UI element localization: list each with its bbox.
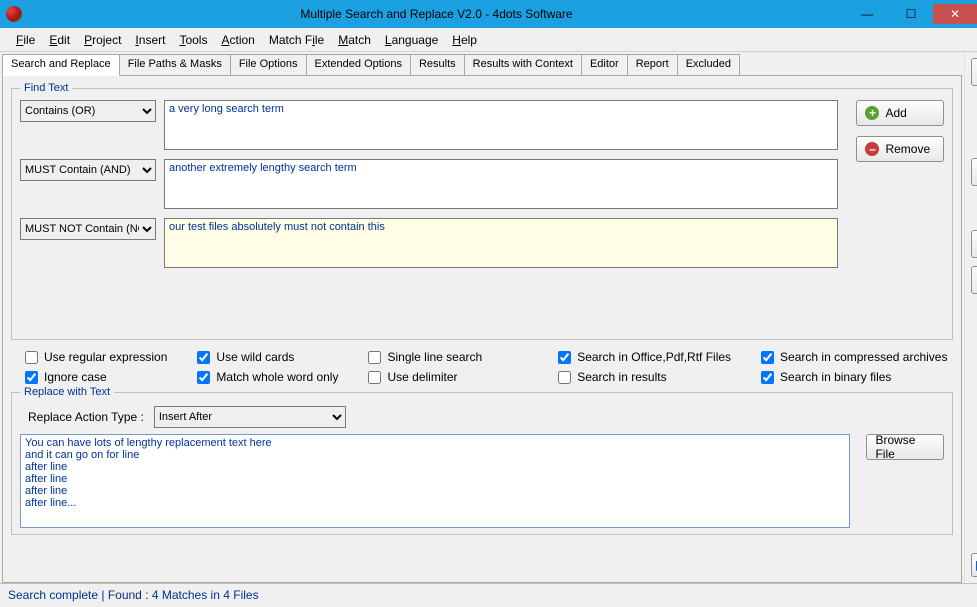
menu-tools[interactable]: Tools [179,33,207,47]
opt-ignore-case[interactable]: Ignore case [25,370,167,384]
menu-project[interactable]: Project [84,33,121,47]
replace-action-select[interactable]: Insert After [154,406,346,428]
clear-button[interactable]: ▢Clear [971,58,977,86]
minimize-button[interactable]: — [845,4,889,24]
opt-whole-word[interactable]: Match whole word only [197,370,338,384]
opt-in-results[interactable]: Search in results [558,370,731,384]
replace-legend: Replace with Text [20,386,114,398]
add-button[interactable]: +Add [856,100,944,126]
find-text-1[interactable]: a very long search term [164,100,838,150]
opt-regex[interactable]: Use regular expression [25,350,167,364]
menu-action[interactable]: Action [221,33,254,47]
opt-delimiter[interactable]: Use delimiter [368,370,482,384]
minus-icon: – [865,142,879,156]
status-text: Search complete | Found : 4 Matches in 4… [8,588,259,602]
tab-results[interactable]: Results [410,54,465,76]
tab-extended[interactable]: Extended Options [306,54,411,76]
window-title: Multiple Search and Replace V2.0 - 4dots… [28,7,845,21]
tab-report[interactable]: Report [627,54,678,76]
find-text-2[interactable]: another extremely lengthy search term [164,159,838,209]
nav-first-button[interactable]: ▮◀ [971,553,977,577]
opt-office[interactable]: Search in Office,Pdf,Rtf Files [558,350,731,364]
search-count: Search 1 / 1 [971,529,977,541]
menu-edit[interactable]: Edit [49,33,70,47]
remove-button[interactable]: –Remove [856,136,944,162]
find-text-3[interactable]: our test files absolutely must not conta… [164,218,838,268]
menu-insert[interactable]: Insert [135,33,165,47]
app-icon [6,6,22,22]
plus-icon: + [865,106,879,120]
replace-all-button[interactable]: Replace All [971,230,977,258]
replace-action-label: Replace Action Type : [28,410,144,424]
tab-results-context[interactable]: Results with Context [464,54,582,76]
menu-language[interactable]: Language [385,33,438,47]
tab-editor[interactable]: Editor [581,54,628,76]
title-bar: Multiple Search and Replace V2.0 - 4dots… [0,0,977,28]
tab-search-replace[interactable]: Search and Replace [2,54,120,76]
find-text-group: Find Text Contains (OR) a very long sear… [11,82,953,340]
status-bar: Search complete | Found : 4 Matches in 4… [0,583,977,607]
menu-match[interactable]: Match [338,33,371,47]
maximize-button[interactable]: ☐ [889,4,933,24]
tab-excluded[interactable]: Excluded [677,54,740,76]
tab-strip: Search and Replace File Paths & Masks Fi… [2,54,962,76]
opt-archives[interactable]: Search in compressed archives [761,350,947,364]
options-row: Use regular expression Ignore case Use w… [11,346,953,386]
replace-group: Replace with Text Replace Action Type : … [11,386,953,535]
find-mode-1[interactable]: Contains (OR) [20,100,156,122]
sidebar: ▢Clear 🔍Find Replace All ✔Replace Select… [964,52,977,583]
opt-wildcards[interactable]: Use wild cards [197,350,338,364]
browse-file-button[interactable]: Browse File [866,434,944,460]
find-mode-3[interactable]: MUST NOT Contain (NO [20,218,156,240]
opt-binary[interactable]: Search in binary files [761,370,947,384]
tab-file-options[interactable]: File Options [230,54,307,76]
find-text-legend: Find Text [20,82,72,94]
close-button[interactable]: ✕ [933,4,977,24]
tab-file-paths[interactable]: File Paths & Masks [119,54,231,76]
menu-file[interactable]: File [16,33,35,47]
find-button[interactable]: 🔍Find [971,158,977,186]
menu-help[interactable]: Help [452,33,477,47]
opt-single-line[interactable]: Single line search [368,350,482,364]
replace-selected-button[interactable]: ✔Replace Selected [971,266,977,294]
menu-bar: File Edit Project Insert Tools Action Ma… [0,28,977,52]
replace-text[interactable]: You can have lots of lengthy replacement… [20,434,850,528]
find-mode-2[interactable]: MUST Contain (AND) [20,159,156,181]
menu-match-file[interactable]: Match File [269,33,324,47]
